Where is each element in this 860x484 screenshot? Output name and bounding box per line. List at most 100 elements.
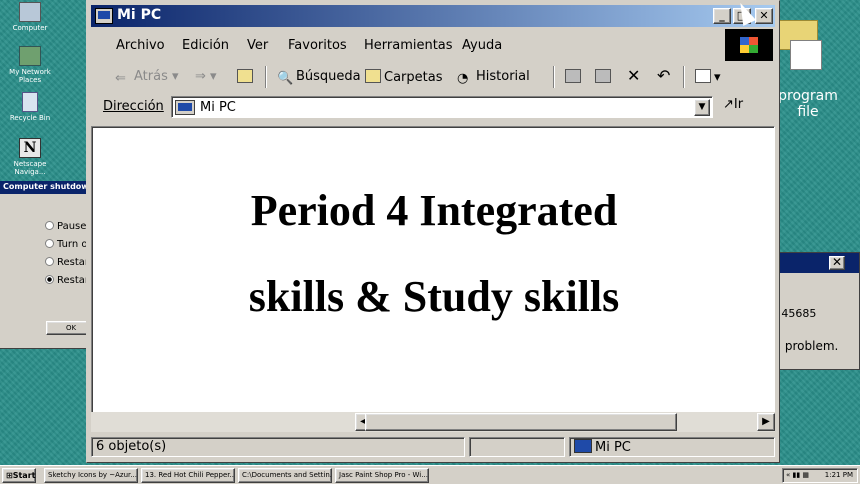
start-label: Start [12, 471, 36, 480]
shutdown-dialog-title: Computer shutdown [0, 181, 87, 194]
address-input[interactable]: Mi PC ▼ [171, 96, 713, 118]
taskbar: ⊞Start Sketchy Icons by ~Azur... 13. Red… [0, 465, 860, 484]
copy-to-icon [595, 69, 611, 83]
search-button[interactable]: 🔍 Búsqueda [277, 69, 361, 86]
slide-title: Period 4 Integrated [250, 186, 618, 235]
folders-icon [365, 69, 381, 83]
program-file-label: program file [778, 88, 838, 120]
shutdown-option-pause[interactable]: Pause [45, 221, 86, 232]
toolbar: ⇐ Atrás ▾ ⇒ ▾ 🔍 Búsqueda Carpetas ◔ Histori… [91, 62, 775, 92]
menu-edicion[interactable]: Edición [182, 38, 229, 53]
desktop-icon-network[interactable]: My Network Places [0, 46, 60, 84]
back-arrow-icon: ⇐ [115, 71, 126, 86]
system-tray: « ▮▮ ▦ 1:21 PM [782, 468, 858, 483]
menu-bar: Archivo Edición Ver Favoritos Herramient… [91, 31, 775, 59]
network-icon [19, 46, 41, 66]
desktop-icon-recycle-bin[interactable]: Recycle Bin [0, 92, 60, 122]
close-icon[interactable]: ✕ [829, 256, 845, 270]
window-titlebar[interactable]: Mi PC _ □ ✕ [91, 5, 775, 27]
minimize-button[interactable]: _ [713, 8, 731, 24]
desktop-icon-label: My Network Places [9, 68, 51, 84]
status-location-text: Mi PC [595, 440, 631, 455]
undo-icon: ↶ [657, 66, 671, 85]
toolbar-separator [683, 66, 685, 88]
toolbar-separator [265, 66, 267, 88]
close-button[interactable]: ✕ [755, 8, 773, 24]
radio-icon [45, 257, 54, 266]
back-button[interactable]: ⇐ Atrás ▾ [115, 69, 179, 86]
computer-icon [19, 2, 41, 22]
history-icon: ◔ [457, 71, 469, 86]
shutdown-dialog: Computer shutdown Pause Turn of Restar R… [0, 181, 88, 349]
window-title: Mi PC [117, 7, 162, 23]
task-documents[interactable]: C:\Documents and Settin... [238, 468, 332, 483]
scroll-thumb[interactable] [365, 413, 677, 431]
my-computer-icon [574, 439, 592, 453]
delete-icon: ✕ [627, 66, 641, 85]
error-message-text: : problem. [777, 339, 839, 353]
history-button[interactable]: ◔ Historial [457, 69, 530, 86]
application-icon [790, 40, 822, 70]
search-icon: 🔍 [277, 71, 294, 86]
status-bar: 6 objeto(s) Mi PC [91, 435, 775, 459]
error-dialog-titlebar: ✕ [773, 253, 859, 273]
windows-flag-icon: ⊞ [6, 471, 13, 480]
go-button[interactable]: ↗Ir [723, 97, 743, 112]
radio-icon-selected [45, 275, 54, 284]
desktop-icon-netscape[interactable]: N Netscape Naviga... [0, 138, 60, 176]
my-computer-icon [175, 100, 195, 115]
radio-icon [45, 221, 54, 230]
copy-to-button[interactable] [595, 69, 614, 85]
up-folder-button[interactable] [237, 69, 256, 85]
desktop-icon-label: Computer [12, 24, 48, 32]
scroll-right-button[interactable]: ▶ [757, 413, 775, 431]
option-label: Restar [57, 257, 88, 268]
address-label-text: Dirección [103, 99, 164, 114]
undo-button[interactable]: ↶ [657, 66, 670, 85]
task-red-hot-chili[interactable]: 13. Red Hot Chili Pepper... [141, 468, 235, 483]
option-label: Pause [57, 221, 87, 232]
move-to-button[interactable] [565, 69, 584, 85]
ok-button[interactable]: OK [46, 321, 87, 335]
back-label: Atrás [134, 69, 168, 84]
horizontal-scrollbar[interactable]: ◀ ▶ [91, 412, 775, 432]
history-label: Historial [476, 69, 530, 84]
go-arrow-icon: ↗ [723, 97, 734, 112]
status-location: Mi PC [569, 437, 775, 457]
task-sketchy-icons[interactable]: Sketchy Icons by ~Azur... [44, 468, 138, 483]
radio-icon [45, 239, 54, 248]
views-button[interactable]: ▾ [695, 69, 721, 85]
forward-button[interactable]: ⇒ ▾ [195, 69, 217, 84]
toolbar-separator [553, 66, 555, 88]
task-paint-shop-pro[interactable]: Jasc Paint Shop Pro - Wi... [335, 468, 429, 483]
desktop-icon-label: Recycle Bin [9, 114, 51, 122]
delete-button[interactable]: ✕ [627, 66, 640, 85]
menu-favoritos[interactable]: Favoritos [288, 38, 347, 53]
shutdown-option-turn-off[interactable]: Turn of [45, 239, 87, 250]
menu-herramientas[interactable]: Herramientas [364, 38, 453, 53]
recycle-bin-icon [22, 92, 38, 112]
shutdown-option-restart[interactable]: Restar [45, 257, 88, 268]
start-button[interactable]: ⊞Start [2, 468, 36, 483]
option-label: Restar [57, 275, 88, 286]
status-empty-panel [469, 437, 565, 457]
shutdown-option-restart-2[interactable]: Restar [45, 275, 88, 286]
folders-label: Carpetas [384, 70, 443, 85]
search-label: Búsqueda [296, 69, 361, 84]
move-to-icon [565, 69, 581, 83]
my-computer-icon [95, 8, 113, 24]
up-folder-icon [237, 69, 253, 83]
desktop-icon-computer[interactable]: Computer [0, 2, 60, 32]
menu-ver[interactable]: Ver [247, 38, 268, 53]
menu-ayuda[interactable]: Ayuda [462, 38, 502, 53]
folders-button[interactable]: Carpetas [365, 69, 442, 85]
slide-subtitle: skills & Study skills [248, 272, 620, 321]
tray-icons[interactable]: « ▮▮ ▦ [783, 471, 809, 479]
menu-archivo[interactable]: Archivo [116, 38, 165, 53]
netscape-icon: N [19, 138, 41, 158]
address-label: Dirección [103, 99, 164, 114]
chevron-down-icon[interactable]: ▼ [694, 99, 710, 116]
clock: 1:21 PM [824, 471, 853, 479]
address-value: Mi PC [200, 100, 236, 115]
forward-arrow-icon: ⇒ ▾ [195, 69, 217, 84]
